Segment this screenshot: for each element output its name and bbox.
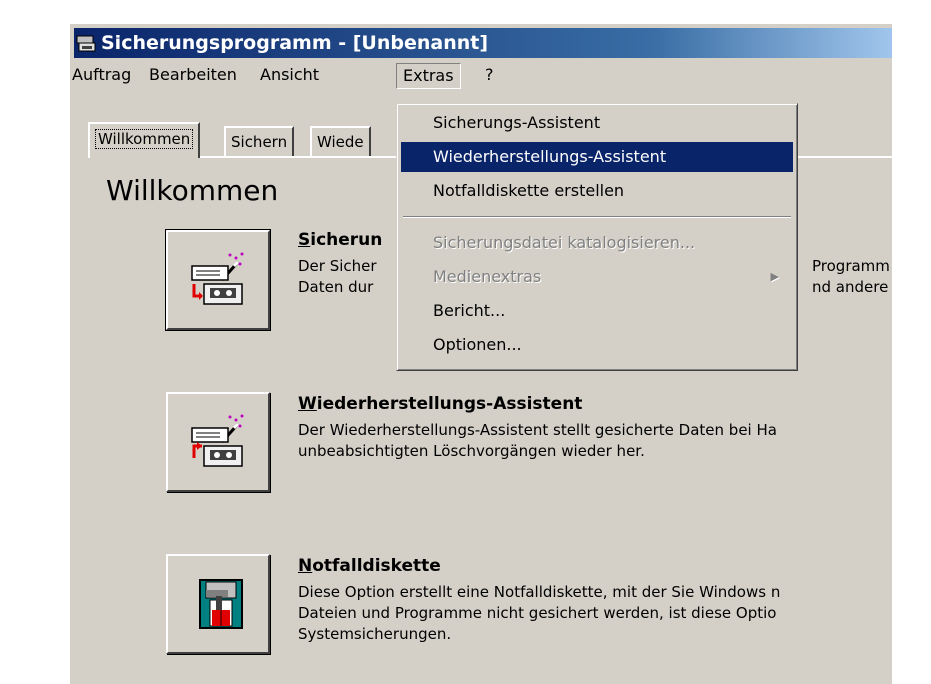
extras-dropdown-menu: Sicherungs-Assistent Wiederherstellungs-… bbox=[396, 103, 798, 371]
tab-willkommen-label: Willkommen bbox=[95, 129, 194, 149]
restore-wizard-icon bbox=[191, 414, 244, 467]
backup-wizard-button[interactable] bbox=[165, 229, 271, 331]
menu-item-bericht[interactable]: Bericht... bbox=[401, 296, 793, 326]
restore-wizard-title: Wiederherstellungs-Assistent bbox=[298, 394, 582, 414]
emergency-disk-title-rest: otfalldiskette bbox=[312, 556, 441, 576]
menu-item-sicherungs-assistent[interactable]: Sicherungs-Assistent bbox=[401, 108, 793, 138]
backup-wizard-desc-right: Programm nd andere bbox=[812, 257, 890, 296]
tab-sichern[interactable]: Sichern bbox=[224, 126, 295, 156]
emergency-disk-icon bbox=[199, 579, 243, 629]
menu-help[interactable]: ? bbox=[479, 63, 500, 87]
menu-item-sicherungsdatei-katalogisieren: Sicherungsdatei katalogisieren... bbox=[433, 233, 696, 252]
menu-separator bbox=[403, 216, 791, 218]
menu-extras[interactable]: Extras bbox=[396, 63, 461, 89]
menu-item-notfalldiskette-erstellen[interactable]: Notfalldiskette erstellen bbox=[401, 176, 793, 206]
restore-wizard-title-mnemonic: W bbox=[298, 394, 317, 414]
menu-item-optionen[interactable]: Optionen... bbox=[401, 330, 793, 360]
submenu-arrow-icon: ▶ bbox=[770, 270, 779, 283]
emergency-disk-title-mnemonic: N bbox=[298, 556, 313, 576]
tab-willkommen[interactable]: Willkommen bbox=[88, 122, 201, 158]
backup-wizard-desc-left: Der Sicher Daten dur bbox=[298, 257, 377, 296]
window-title: Sicherungsprogramm - [Unbenannt] bbox=[101, 32, 489, 54]
menu-ansicht[interactable]: Ansicht bbox=[254, 63, 325, 87]
menu-item-medienextras-label: Medienextras bbox=[433, 267, 542, 286]
emergency-disk-desc: Diese Option erstellt eine Notfalldisket… bbox=[298, 583, 781, 643]
backup-wizard-title-mnemonic: S bbox=[298, 230, 311, 250]
page-title: Willkommen bbox=[106, 174, 279, 207]
restore-wizard-title-rest: iederherstellungs-Assistent bbox=[316, 394, 583, 414]
backup-wizard-icon bbox=[191, 252, 244, 305]
menu-item-wiederherstellungs-assistent[interactable]: Wiederherstellungs-Assistent bbox=[401, 142, 793, 172]
emergency-disk-title: Notfalldiskette bbox=[298, 556, 441, 576]
menu-item-medienextras: Medienextras ▶ bbox=[401, 262, 793, 292]
restore-wizard-button[interactable] bbox=[166, 392, 270, 492]
backup-app-icon bbox=[76, 35, 96, 52]
emergency-disk-button[interactable] bbox=[166, 554, 270, 654]
menu-bearbeiten[interactable]: Bearbeiten bbox=[143, 63, 243, 87]
tab-wiederherstellen[interactable]: Wiede bbox=[310, 126, 371, 156]
title-bar[interactable]: Sicherungsprogramm - [Unbenannt] bbox=[74, 28, 892, 58]
restore-wizard-desc: Der Wiederherstellungs-Assistent stellt … bbox=[298, 421, 777, 460]
menu-auftrag[interactable]: Auftrag bbox=[70, 63, 137, 87]
backup-window: Sicherungsprogramm - [Unbenannt] Auftrag… bbox=[68, 22, 892, 684]
backup-wizard-title: Sicherun bbox=[298, 230, 382, 250]
menu-bar: Auftrag Bearbeiten Ansicht Extras ? bbox=[70, 60, 892, 90]
backup-wizard-title-rest: icherun bbox=[310, 230, 383, 250]
